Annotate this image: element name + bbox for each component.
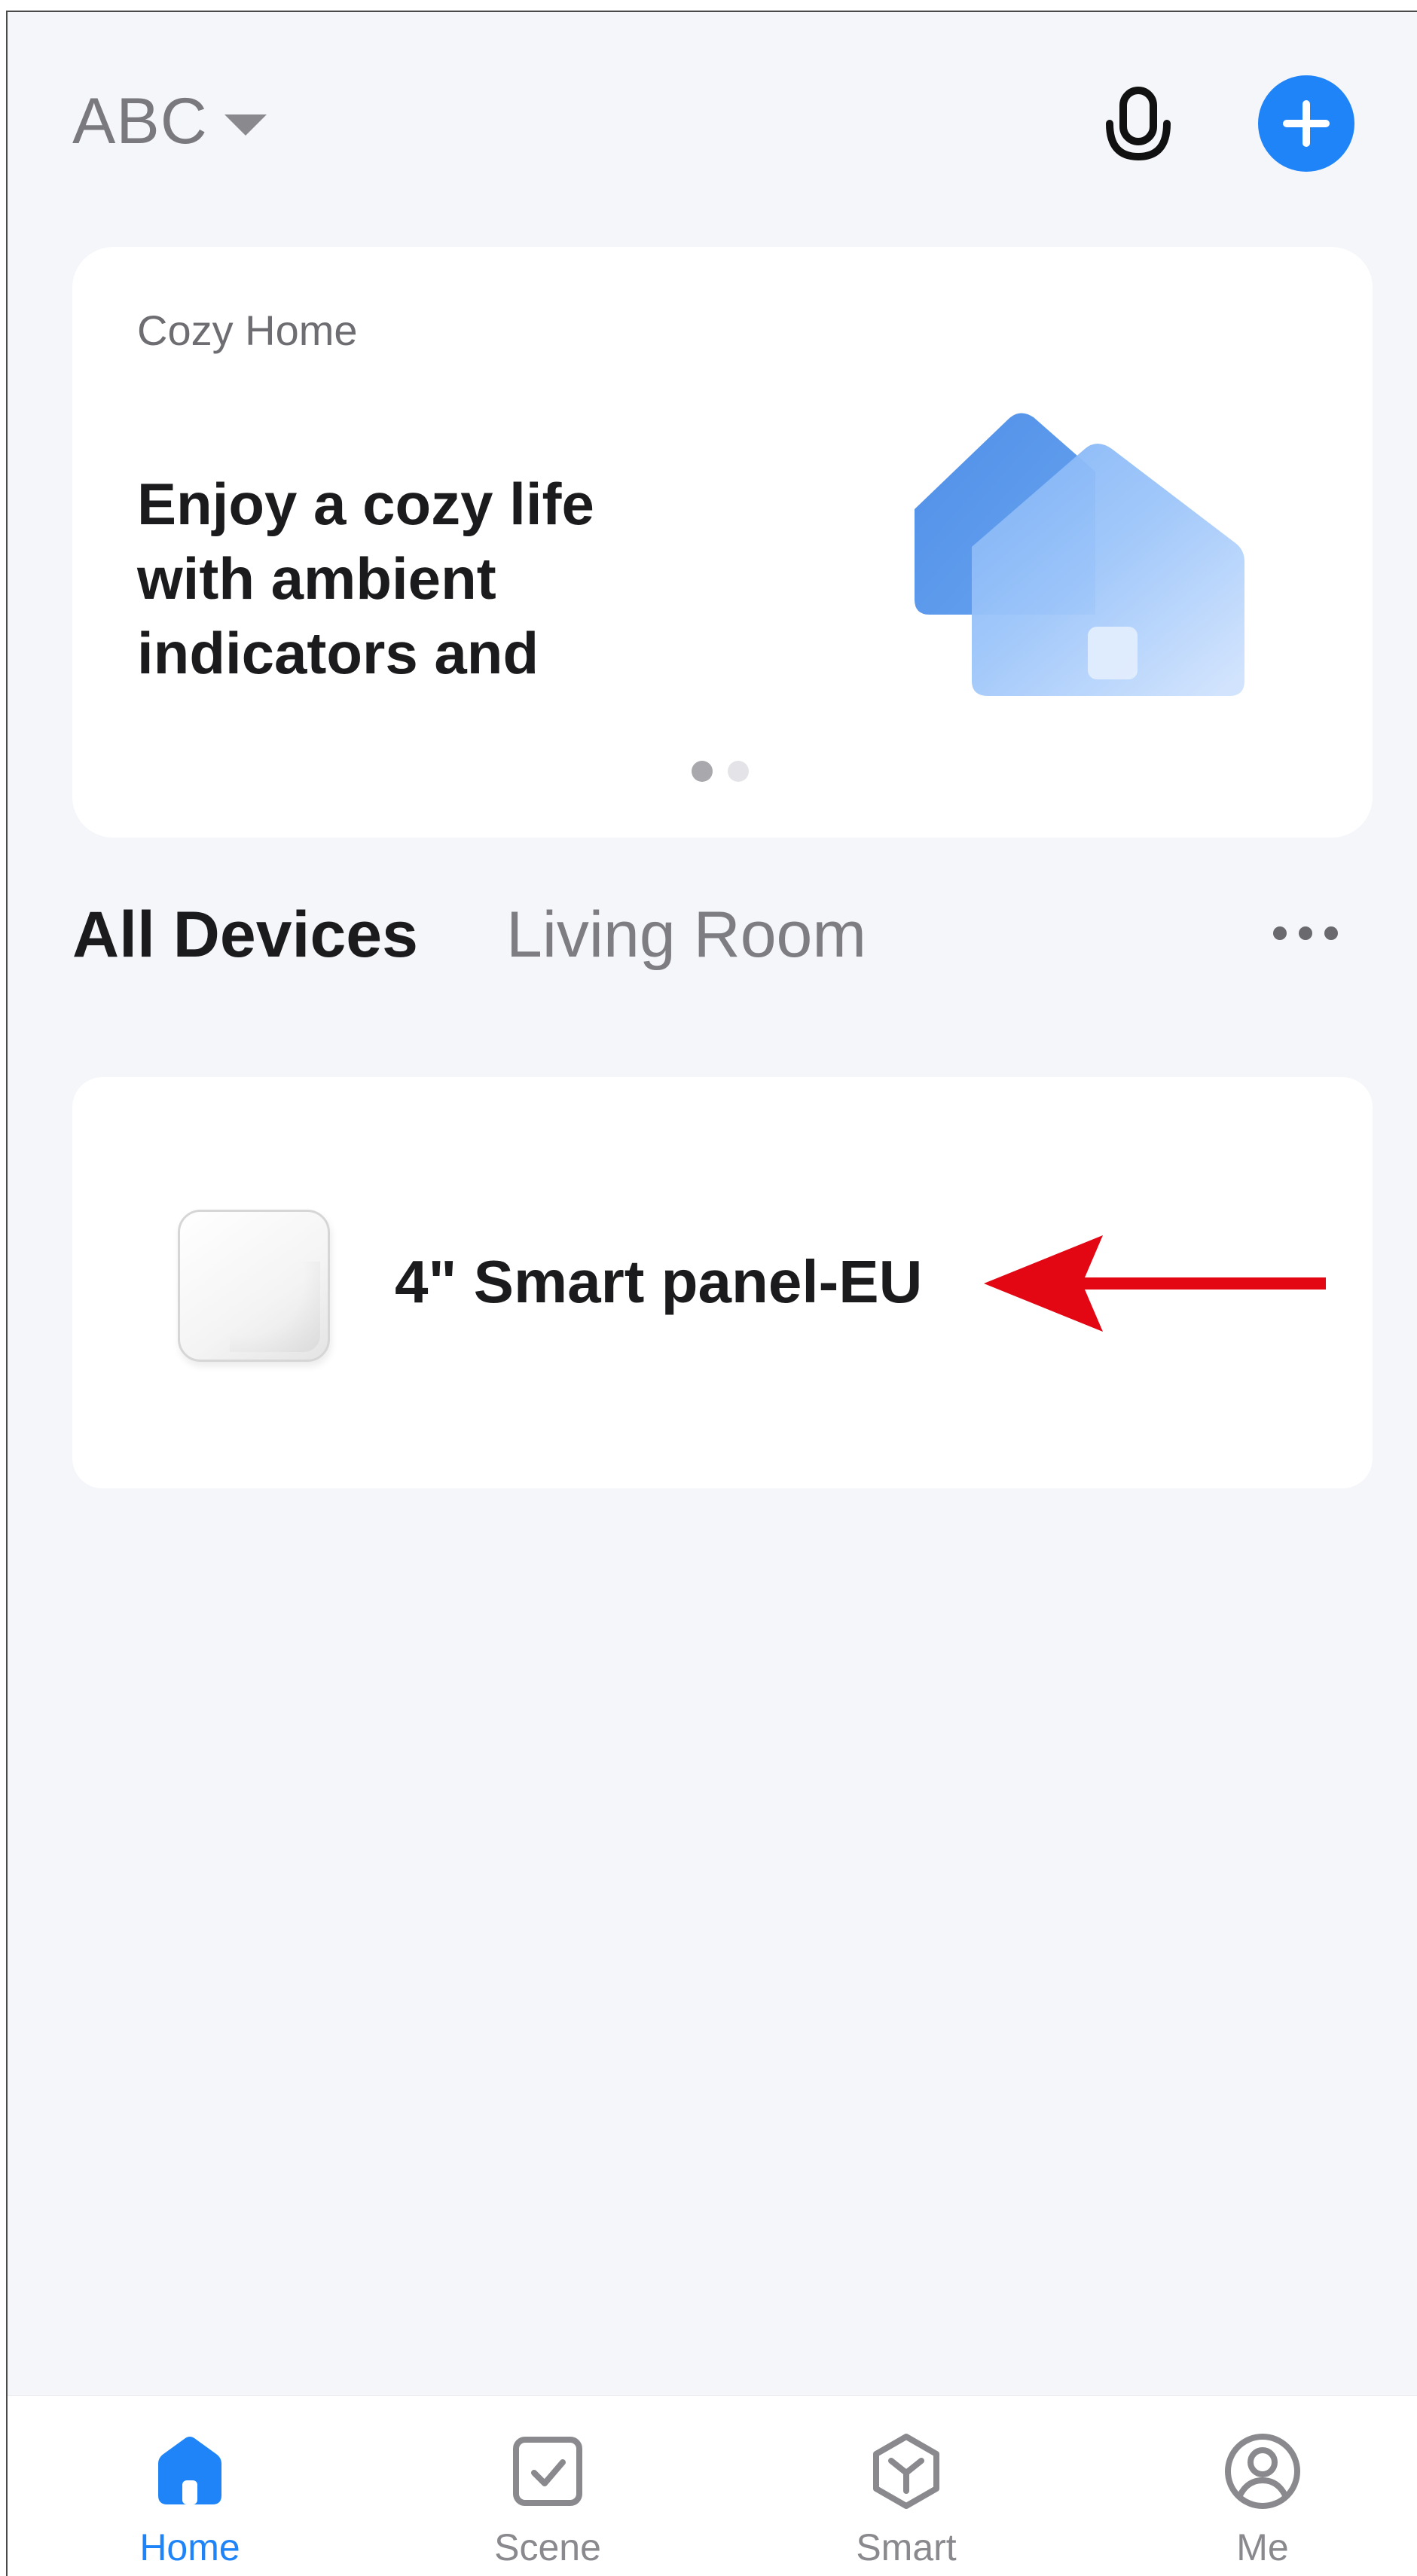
banner-pagination — [692, 761, 749, 782]
device-thumbnail — [178, 1210, 330, 1362]
home-icon — [158, 2437, 221, 2504]
annotation-arrow-icon — [984, 1235, 1326, 1332]
nav-smart-label: Smart — [856, 2526, 957, 2568]
tab-all-devices[interactable]: All Devices — [72, 898, 418, 972]
bottom-navigation: Home Scene Smart Me — [8, 2395, 1417, 2576]
nav-smart[interactable]: Smart — [808, 2431, 1004, 2574]
house-illustration-icon — [915, 413, 1244, 696]
nav-scene-label: Scene — [494, 2526, 601, 2568]
pagination-dot[interactable] — [692, 761, 713, 782]
nav-me-label: Me — [1236, 2526, 1289, 2568]
smart-icon — [873, 2434, 939, 2509]
nav-home[interactable]: Home — [92, 2431, 288, 2574]
caret-down-icon — [224, 114, 267, 136]
promo-banner[interactable]: Cozy Home Enjoy a cozy life with ambient… — [72, 247, 1373, 838]
more-options-icon[interactable] — [1273, 919, 1338, 948]
add-device-button[interactable] — [1258, 75, 1354, 172]
dot — [1273, 926, 1287, 940]
tab-living-room[interactable]: Living Room — [506, 898, 866, 972]
dot — [1299, 926, 1312, 940]
home-selector[interactable]: ABC — [72, 84, 267, 159]
banner-subtitle: Cozy Home — [137, 307, 358, 354]
pagination-dot[interactable] — [728, 761, 749, 782]
scene-icon — [513, 2437, 582, 2506]
banner-title: Enjoy a cozy life with ambient indicator… — [137, 471, 594, 686]
nav-scene[interactable]: Scene — [450, 2431, 646, 2574]
profile-icon — [1225, 2434, 1300, 2509]
device-name: 4" Smart panel-EU — [395, 1248, 923, 1315]
home-name: ABC — [72, 85, 208, 157]
dot — [1324, 926, 1338, 940]
nav-me[interactable]: Me — [1165, 2431, 1361, 2574]
nav-home-label: Home — [139, 2526, 240, 2568]
app-screen: ABC Cozy Home Enjoy a cozy life with amb… — [6, 11, 1417, 2576]
microphone-icon[interactable] — [1097, 86, 1180, 176]
